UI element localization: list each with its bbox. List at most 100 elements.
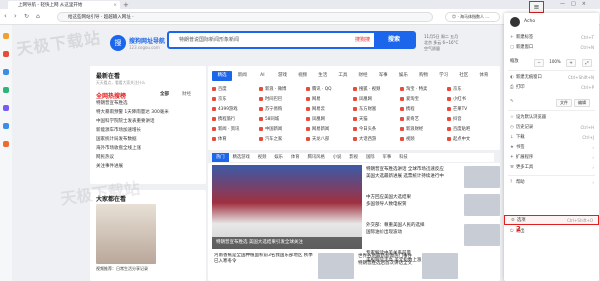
site-link[interactable]: 凤凰网 [306,116,353,124]
menu-item-history[interactable]: ◷ 历史记录 Ctrl+H [504,123,599,133]
site-link[interactable]: 搜狐 · 视频 [353,86,400,94]
news-item[interactable]: 美国大选最新进展 选票统计持续进行中 [366,173,462,180]
site-logo[interactable]: 搜 搜狗网址导航 123.sogou.com [110,35,165,51]
category-tab[interactable]: 军事 [373,71,393,81]
main-search-box[interactable]: 特朗普说国际新闻形象新闻 搜狗搜 搜索 [167,31,416,49]
category-tab[interactable]: AI [252,71,272,81]
category-tab[interactable]: 学习 [434,71,454,81]
menu-item-extensions[interactable]: ✦ 扩展程序 › [504,153,599,163]
news-tab[interactable]: 精选游戏 [229,153,254,162]
news-item[interactable]: 多国领导人致电祝贺 [366,201,462,208]
site-link[interactable]: 爱淘宝 [400,96,447,104]
site-link[interactable]: 起点中文 [447,136,494,144]
hot-item[interactable]: 网民热议 [96,153,202,162]
news-item[interactable]: 外交部：尊重美国人民的选择 [366,222,462,229]
news-tab[interactable]: 视频 [254,153,271,162]
menu-item-incognito[interactable]: ◐ 新建无痕窗口 Ctrl+Shift+N [504,73,599,83]
menu-item-more-tools[interactable]: ⚒ 更多工具 › [504,163,599,173]
news-tab[interactable]: 科技 [395,153,412,162]
back-arrow-icon[interactable]: ‹ [4,12,7,20]
category-tab[interactable]: 财经 [353,71,373,81]
news-item[interactable]: 特朗普宣布胜选讲话 全球市场迅速反应 [366,166,462,173]
site-link[interactable]: 新闻 · 资讯 [212,126,259,134]
news-item[interactable]: 特朗普胜选后首次讲话全文 [358,260,418,267]
category-tab[interactable]: 娱乐 [393,71,413,81]
site-link[interactable]: 体育 [212,136,259,144]
site-link[interactable]: 百度贴吧 [447,126,494,134]
news-item[interactable]: 河南香蕉是全国种植面积前3名我国东部地区 秋季已入寒冬令 [214,253,314,265]
sidebar-app-icon[interactable] [3,33,9,39]
site-link[interactable]: 东方财富 [353,106,400,114]
news-item[interactable]: 中方回应美国大选结果 [366,194,462,201]
news-tab[interactable]: 体育 [287,153,304,162]
hot-item[interactable]: 新能源车市场加速增长 [96,126,202,135]
category-tab[interactable]: 新闻 [232,71,252,81]
news-thumbnail[interactable] [464,224,500,246]
site-link[interactable]: 小红书 [447,96,494,104]
site-link[interactable]: 网易 [306,96,353,104]
menu-item-new-tab[interactable]: + 新建标签 Ctrl+T [504,33,599,43]
hot-item[interactable]: 特大暴雨预警 1天降雨量达 300毫米 [96,108,202,117]
category-tab[interactable]: 社区 [454,71,474,81]
weather-widget[interactable]: 11月5日 周二 五月 北京 多云 6~16°C 空气质量 [424,34,458,52]
refresh-icon[interactable]: ↻ [24,13,29,20]
site-link[interactable]: 网易新闻 [306,126,353,134]
site-link[interactable]: 携程旅行 [212,116,259,124]
main-menu-button[interactable]: ≡ [529,1,544,13]
news-tab[interactable]: 影视 [345,153,362,162]
site-link[interactable]: 中国新闻 [259,126,306,134]
news-item[interactable]: 国际油价出现波动 [366,229,462,236]
sidebar-app-icon[interactable] [3,141,9,147]
browser-tab[interactable]: 上网导航 - 轻快上网 从这里开始 × [8,1,120,9]
hot-tab-finance[interactable]: 财经 [182,91,191,97]
sidebar-app-icon[interactable] [3,123,9,129]
avatar[interactable] [510,17,520,27]
maximize-button[interactable]: □ [571,1,576,7]
site-link[interactable]: 百度 [212,86,259,94]
fullscreen-button[interactable]: ⤢ [582,59,592,67]
news-tab[interactable]: 小说 [329,153,346,162]
zoom-out-button[interactable]: − [534,59,544,67]
menu-item-help[interactable]: ? 帮助 › [504,178,599,188]
site-link[interactable]: 新浪财经 [400,126,447,134]
site-link[interactable]: 京东 [212,96,259,104]
site-link[interactable]: 天猫 [353,116,400,124]
hot-tab-all[interactable]: 全部 [160,91,169,97]
site-link[interactable]: 凤凰网 [353,96,400,104]
news-tab[interactable]: 腾讯风格 [304,153,329,162]
news-thumbnail[interactable] [422,253,458,279]
site-link[interactable]: 爱奇艺 [400,116,447,124]
sidebar-app-icon[interactable] [3,69,9,75]
site-link[interactable]: 时间巴巴 [259,96,306,104]
site-link[interactable]: 4399游戏 [212,106,259,114]
edit-button[interactable]: 编辑 [574,99,590,107]
search-button[interactable]: 搜索 [374,32,414,48]
site-link[interactable]: 今日头条 [353,126,400,134]
toolbar-search-box[interactable]: 😊 · 海马体指数人 ... [445,12,500,22]
category-tab[interactable]: 购物 [413,71,433,81]
category-tab[interactable]: 生活 [313,71,333,81]
hot-item[interactable]: 特朗普宣布胜选 [96,99,202,108]
sidebar-app-icon[interactable] [3,87,9,93]
news-tab[interactable]: 娱乐 [270,153,287,162]
home-icon[interactable]: ⌂ [36,13,40,20]
category-tab[interactable]: 视频 [293,71,313,81]
news-tab[interactable]: 国际 [362,153,379,162]
file-button[interactable]: 文件 [556,99,572,107]
menu-item-downloads[interactable]: ↓ 下载 Ctrl+J [504,133,599,143]
sidebar-app-icon[interactable] [3,105,9,111]
close-window-button[interactable]: × [582,1,586,7]
menu-item-new-window[interactable]: ▢ 新建窗口 Ctrl+N [504,43,599,53]
site-link[interactable]: 新浪 · 微博 [259,86,306,94]
video-caption[interactable]: 视频推荐：日常生活分享记录 [96,266,202,272]
search-engine-select[interactable]: 搜狗搜 [355,33,370,47]
site-link[interactable]: 天龙八部 [306,136,353,144]
site-link[interactable]: 淘宝 · 特卖 [400,86,447,94]
menu-item-bookmarks[interactable]: ★ 书签 › [504,143,599,153]
hot-item[interactable]: 海外市场收盘全线上涨 [96,144,202,153]
headline-photo[interactable]: 特朗普宣布胜选 美国大选结果引发全球关注 [212,165,362,249]
menu-item-options[interactable]: ⚙ 选项 Ctrl+Shift+O [504,215,599,225]
news-thumbnail[interactable] [318,253,354,279]
site-link[interactable]: 视频 [400,136,447,144]
news-tab[interactable]: 热门 [212,153,229,162]
